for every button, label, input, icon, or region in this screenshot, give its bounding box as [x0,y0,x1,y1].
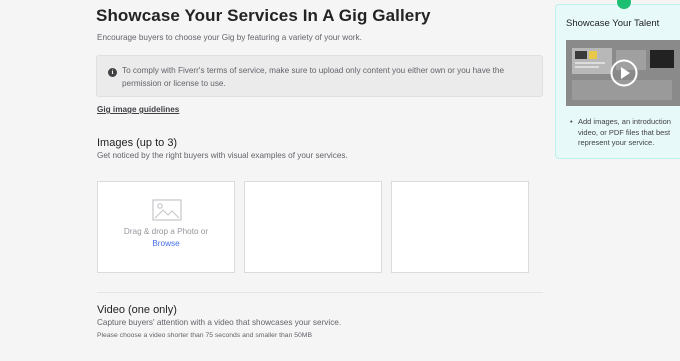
terms-notice: i To comply with Fiverr's terms of servi… [96,55,543,97]
tip-video-thumbnail[interactable] [566,40,680,106]
tip-badge-icon [617,0,631,9]
browse-link[interactable]: Browse [98,238,234,250]
section-divider [97,292,543,293]
images-section-description: Get noticed by the right buyers with vis… [97,151,348,160]
showcase-tip-panel: Showcase Your Talent • Add images, an in… [555,0,680,159]
video-section-description: Capture buyers' attention with a video t… [97,318,342,327]
tip-list: • Add images, an introduction video, or … [570,117,680,149]
image-dropzone-3[interactable] [391,181,529,273]
tip-list-item: • Add images, an introduction video, or … [570,117,680,149]
info-icon: i [108,68,117,77]
page-title: Showcase Your Services In A Gig Gallery [96,6,431,25]
bullet-icon: • [570,117,573,126]
image-placeholder-icon [152,199,182,221]
gig-image-guidelines-link[interactable]: Gig image guidelines [97,105,179,114]
notice-text: To comply with Fiverr's terms of service… [122,66,505,88]
image-dropzone-1[interactable]: Drag & drop a Photo or Browse [97,181,235,273]
images-section-title: Images (up to 3) [97,137,178,149]
play-icon[interactable] [610,59,638,87]
page-subtitle: Encourage buyers to choose your Gig by f… [97,33,362,42]
image-dropzone-2[interactable] [244,181,382,273]
dropzone-label: Drag & drop a Photo or [123,227,209,236]
video-size-note: Please choose a video shorter than 75 se… [97,332,312,339]
tip-title: Showcase Your Talent [566,18,660,29]
video-section-title: Video (one only) [97,304,177,316]
dropzone-text: Drag & drop a Photo or Browse [98,226,234,250]
tip-item-text: Add images, an introduction video, or PD… [578,117,671,147]
